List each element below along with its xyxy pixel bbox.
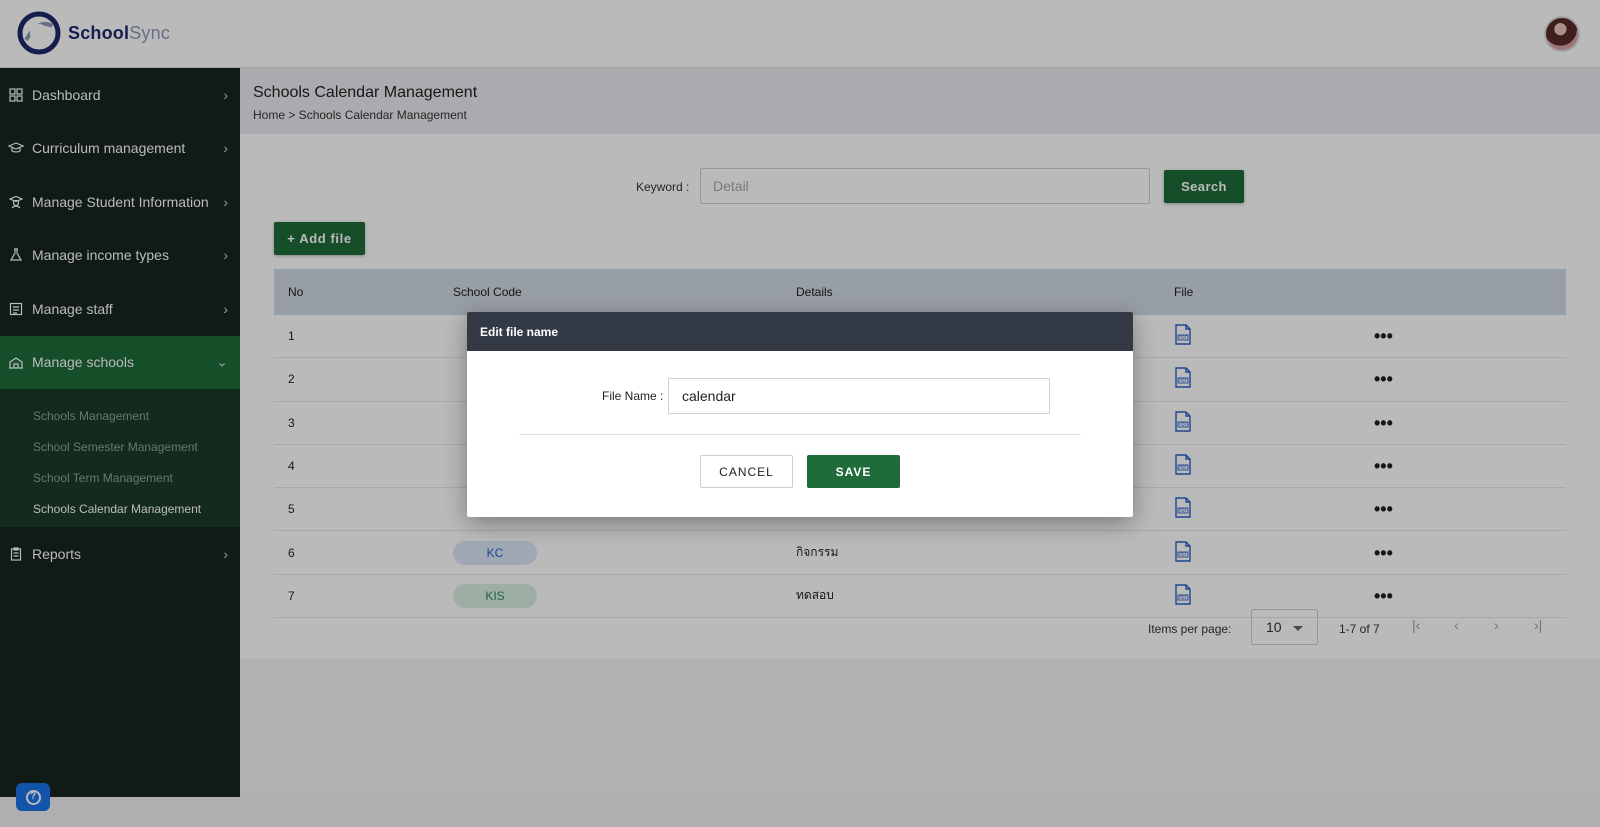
file-name-input[interactable] <box>668 378 1050 414</box>
dialog-divider <box>519 434 1081 435</box>
cancel-button[interactable]: CANCEL <box>700 455 793 488</box>
edit-file-name-dialog: Edit file name File Name : CANCEL SAVE <box>467 312 1133 517</box>
file-name-label: File Name : <box>602 389 664 403</box>
save-button[interactable]: SAVE <box>807 455 900 488</box>
dialog-title: Edit file name <box>467 312 1133 351</box>
